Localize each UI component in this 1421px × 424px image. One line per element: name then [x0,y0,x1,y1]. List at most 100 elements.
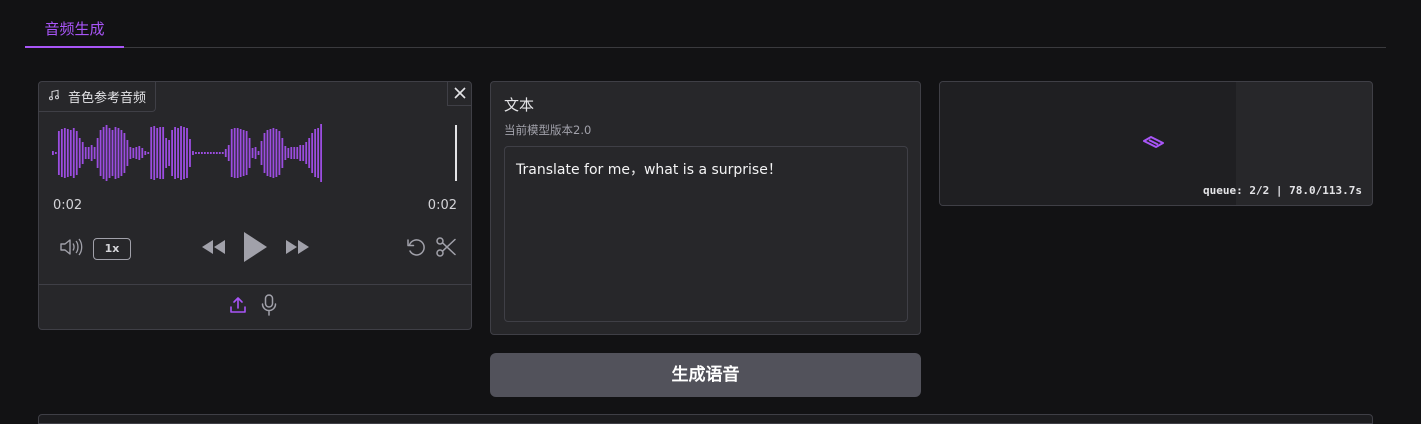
waveform-bar [120,130,123,176]
waveform-bar [63,128,66,178]
waveform-bar [209,152,212,154]
waveform-bar [189,139,191,167]
waveform-bar [84,147,87,159]
text-input[interactable]: Translate for me，what is a surprise！ [504,146,908,322]
waveform-bar [245,131,248,175]
waveform-bar [284,146,287,160]
waveform-bar [153,126,156,180]
waveform-bar [156,128,159,178]
waveform-bar [99,130,102,176]
current-time: 0:02 [53,198,83,213]
waveform-bar [180,126,182,180]
tab-audio-generation[interactable]: 音频生成 [25,0,124,48]
waveform-bar [233,128,236,178]
text-field-label: 文本 [504,96,535,114]
upload-icon [229,296,247,318]
bottom-panel [38,414,1373,424]
waveform-bar [302,145,305,161]
waveform-bar [198,152,200,154]
waveform-bar [251,148,254,158]
waveform-bar [60,129,63,177]
waveform-bar [239,129,242,177]
waveform-bar [254,147,257,159]
waveform-bar [150,127,153,179]
waveform-bar [314,129,317,177]
waveform-bar [230,129,233,177]
waveform-bar [135,147,138,159]
waveform-bar [117,128,120,178]
duration: 0:02 [427,198,457,213]
waveform-bar [257,151,260,155]
waveform-bar [126,140,129,166]
waveform-bar [102,127,105,179]
play-button[interactable] [239,232,271,266]
waveform-bar [203,152,206,154]
waveform-bar [275,129,278,177]
waveform-bar [311,133,314,173]
waveform-bar [248,138,251,168]
waveform-bar [266,130,269,176]
waveform-bar [114,127,117,179]
waveform-bar [87,147,90,159]
waveform-bar [227,145,230,161]
waveform-bar [281,138,284,168]
waveform-bar [171,130,173,176]
waveform-bar [144,151,147,155]
tab-bar: 音频生成 [25,0,1386,48]
microphone-button[interactable] [258,294,280,320]
waveform-bar [308,138,311,168]
waveform-bar [66,129,69,177]
trim-button[interactable] [434,237,458,261]
waveform-bar [147,152,150,154]
scissors-icon [435,236,457,262]
waveform-bar [111,130,114,176]
waveform-bar [317,128,320,178]
fast-forward-button[interactable] [284,238,312,260]
waveform-bar [108,128,111,178]
waveform-bar [69,130,72,176]
waveform-bar [305,142,308,164]
waveform-bar [296,147,299,159]
waveform-bar [206,152,209,154]
model-version-info: 当前模型版本2.0 [504,123,592,137]
waveform-bar [299,145,302,161]
undo-icon [405,236,427,262]
queue-status: queue: 2/2 | 78.0/113.7s [1203,184,1362,197]
upload-button[interactable] [227,295,249,319]
waveform[interactable] [49,122,459,184]
reference-audio-panel: 音色参考音频 0:02 0:02 1x [38,81,472,330]
waveform-bar [269,129,272,177]
waveform-bar [96,138,99,168]
waveform-bar [290,147,293,159]
reset-button[interactable] [404,237,428,261]
playhead[interactable] [455,125,457,181]
volume-icon [58,236,84,262]
close-icon [453,84,466,103]
audio-block-label: 音色参考音频 [39,82,157,112]
microphone-icon [261,294,277,320]
waveform-bar [320,124,322,182]
fast-forward-icon [285,238,311,260]
waveform-bar [293,147,296,159]
playback-rate-button[interactable]: 1x [93,238,131,260]
waveform-bar [215,152,218,154]
waveform-bar [54,152,57,154]
waveform-bar [263,133,266,173]
rewind-button[interactable] [199,238,227,260]
waveform-bar [93,147,96,159]
waveform-bar [278,131,281,175]
waveform-bar [183,127,185,179]
volume-button[interactable] [57,236,85,262]
rewind-icon [200,238,226,260]
generate-speech-button[interactable]: 生成语音 [490,353,921,397]
waveform-bar [72,128,75,178]
waveform-bar [177,128,179,178]
clear-audio-button[interactable] [447,82,471,106]
waveform-bar [81,142,84,164]
queue-progress-bar [940,82,1237,205]
waveform-bar [221,152,224,154]
audio-label-text: 音色参考音频 [68,91,147,106]
waveform-bar [168,140,171,166]
waveform-bar [212,152,215,154]
waveform-bar [75,131,78,175]
